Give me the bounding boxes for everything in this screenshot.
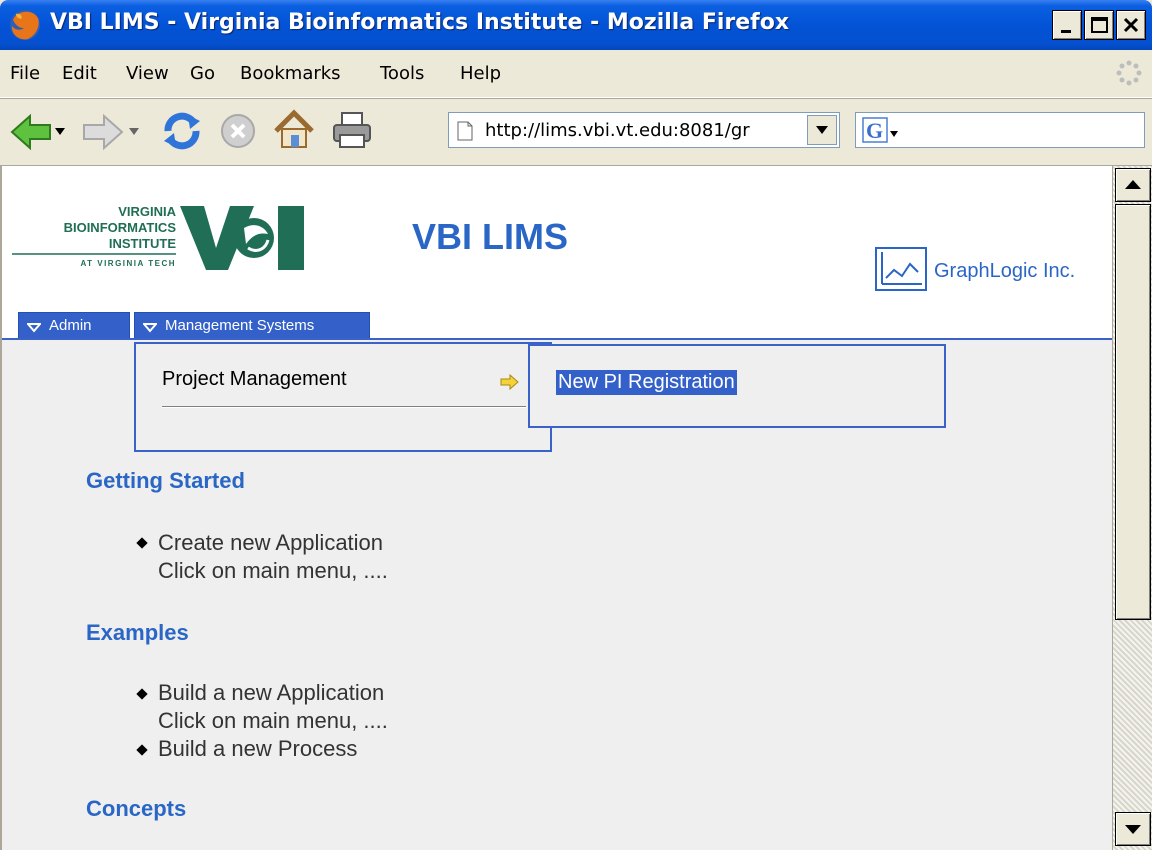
navigation-toolbar: http://lims.vbi.vt.edu:8081/gr G <box>0 98 1152 166</box>
menu-bar: File Edit View Go Bookmarks Tools Help <box>0 50 1152 98</box>
vertical-scrollbar[interactable] <box>1112 166 1152 850</box>
search-field[interactable]: G <box>855 112 1145 148</box>
project-management-submenu: New PI Registration <box>528 344 946 428</box>
section-heading: Examples <box>86 620 189 645</box>
close-icon <box>1123 17 1139 33</box>
submenu-arrow-icon <box>500 374 519 390</box>
svg-text:BIOINFORMATICS: BIOINFORMATICS <box>64 220 177 235</box>
header-divider <box>2 338 1112 340</box>
management-dropdown-menu: Project Management <box>134 342 552 452</box>
nav-admin-button[interactable]: Admin <box>18 312 130 340</box>
page-title: VBI LIMS <box>412 216 569 257</box>
menu-edit[interactable]: Edit <box>62 63 97 84</box>
chevron-down-icon <box>27 323 41 333</box>
google-icon[interactable]: G <box>862 117 902 145</box>
window-title-bar[interactable]: VBI LIMS - Virginia Bioinformatics Insti… <box>0 0 1152 50</box>
bullet-icon <box>136 744 148 756</box>
list-item-description: Click on main menu, .... <box>158 558 388 583</box>
svg-text:INSTITUTE: INSTITUTE <box>109 236 176 251</box>
menu-bookmarks[interactable]: Bookmarks <box>240 63 341 84</box>
scroll-up-button[interactable] <box>1115 168 1151 202</box>
section-heading: Concepts <box>86 796 187 821</box>
vbi-logo: VIRGINIA BIOINFORMATICS INSTITUTE AT VIR… <box>12 204 304 270</box>
list-item: Build a new Process <box>158 736 358 761</box>
stop-icon[interactable] <box>218 111 258 151</box>
print-icon[interactable] <box>330 111 374 151</box>
home-icon[interactable] <box>272 109 316 151</box>
url-field[interactable]: http://lims.vbi.vt.edu:8081/gr <box>448 112 840 148</box>
back-arrow-icon[interactable] <box>10 113 52 151</box>
svg-text:G: G <box>866 118 883 143</box>
maximize-icon <box>1091 17 1108 33</box>
minimize-button[interactable] <box>1052 10 1082 40</box>
menu-view[interactable]: View <box>126 63 169 84</box>
nav-management-systems-label: Management Systems <box>165 317 315 334</box>
page-header: VIRGINIA BIOINFORMATICS INSTITUTE AT VIR… <box>2 166 1112 340</box>
menu-file[interactable]: File <box>10 63 40 84</box>
chevron-down-icon <box>1125 825 1141 834</box>
throbber-icon <box>1116 60 1142 86</box>
back-dropdown-icon[interactable] <box>54 127 66 137</box>
nav-admin-label: Admin <box>49 317 92 334</box>
scroll-down-button[interactable] <box>1115 812 1151 846</box>
chevron-up-icon <box>1125 180 1141 189</box>
page-icon <box>457 121 473 141</box>
list-item-description: Click on main menu, .... <box>158 708 388 733</box>
graphlogic-logo-icon <box>875 247 927 291</box>
list-item: Create new Application <box>158 530 384 555</box>
menu-tools[interactable]: Tools <box>380 63 424 84</box>
svg-text:AT VIRGINIA TECH: AT VIRGINIA TECH <box>80 259 176 268</box>
section-heading: Getting Started <box>86 468 245 493</box>
menu-item-new-pi-registration[interactable]: New PI Registration <box>556 370 737 395</box>
bullet-icon <box>136 688 148 700</box>
page-viewport: VIRGINIA BIOINFORMATICS INSTITUTE AT VIR… <box>0 166 1112 850</box>
menu-go[interactable]: Go <box>190 63 215 84</box>
minimize-icon <box>1061 30 1071 33</box>
scrollbar-thumb[interactable] <box>1115 204 1151 620</box>
forward-dropdown-icon[interactable] <box>128 127 140 137</box>
window-title: VBI LIMS - Virginia Bioinformatics Insti… <box>50 10 790 35</box>
bullet-icon <box>136 537 148 549</box>
chevron-down-icon <box>143 323 157 333</box>
url-dropdown-button[interactable] <box>807 115 837 145</box>
forward-arrow-icon[interactable] <box>82 113 124 151</box>
url-text: http://lims.vbi.vt.edu:8081/gr <box>485 120 750 141</box>
company-name: GraphLogic Inc. <box>934 260 1076 282</box>
nav-management-systems-button[interactable]: Management Systems <box>134 312 370 340</box>
firefox-icon <box>10 10 40 40</box>
menu-separator <box>162 406 526 408</box>
chevron-down-icon <box>816 126 828 134</box>
reload-icon[interactable] <box>160 109 204 153</box>
menu-item-project-management[interactable]: Project Management <box>162 368 347 391</box>
close-button[interactable] <box>1116 10 1146 40</box>
menu-help[interactable]: Help <box>460 63 501 84</box>
list-item: Build a new Application <box>158 680 385 705</box>
maximize-button[interactable] <box>1084 10 1114 40</box>
svg-text:VIRGINIA: VIRGINIA <box>118 204 176 219</box>
